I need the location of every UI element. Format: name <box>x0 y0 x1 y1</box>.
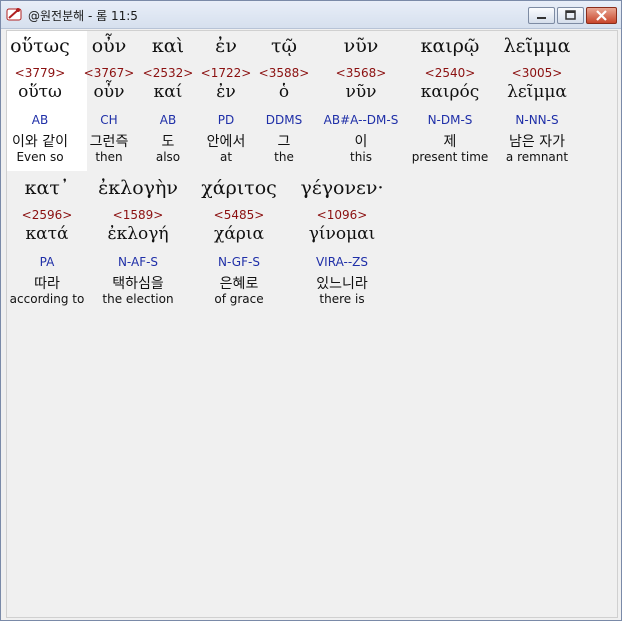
minimize-icon <box>537 17 546 19</box>
korean-gloss: 안에서 <box>206 134 246 150</box>
korean-gloss: 그 <box>277 134 291 150</box>
greek-word: καὶ <box>151 35 185 57</box>
english-gloss: a remnant <box>505 150 569 164</box>
lemma: ἐν <box>216 82 236 102</box>
strong-number[interactable]: <2596> <box>22 208 73 222</box>
parsing-code: AB <box>159 113 177 127</box>
lemma: κατά <box>25 224 69 244</box>
greek-word: οὖν <box>91 35 127 57</box>
parsing-code: AB#A--DM-S <box>323 113 399 127</box>
strong-number[interactable]: <3568> <box>336 66 387 80</box>
strong-number[interactable]: <2532> <box>143 66 194 80</box>
lemma: ὁ <box>278 82 290 102</box>
parsing-code: AB <box>31 113 49 127</box>
korean-gloss: 은혜로 <box>219 276 259 292</box>
english-gloss: then <box>95 150 123 164</box>
greek-word: κατ᾽ <box>24 177 70 199</box>
strong-number[interactable]: <3005> <box>512 66 563 80</box>
lemma: καιρός <box>420 82 480 102</box>
lemma: χάρια <box>214 224 264 244</box>
parsing-code: N-AF-S <box>117 255 159 269</box>
strong-number[interactable]: <3767> <box>84 66 135 80</box>
lemma: ἐκλογή <box>107 224 169 244</box>
greek-word: καιρῷ <box>420 35 480 57</box>
parsing-code: N-DM-S <box>427 113 473 127</box>
strong-number[interactable]: <3779> <box>15 66 66 80</box>
parsing-code: DDMS <box>265 113 303 127</box>
korean-gloss: 택하심을 <box>112 276 164 292</box>
english-gloss: according to <box>9 292 85 306</box>
strong-number[interactable]: <1096> <box>317 208 368 222</box>
lemma: λεῖμμα <box>507 82 567 102</box>
greek-word: οὕτως <box>10 35 70 57</box>
korean-gloss: 제 <box>443 134 457 150</box>
strong-number[interactable]: <1589> <box>113 208 164 222</box>
window-title: @원전분해 - 롬 11:5 <box>28 9 138 23</box>
lemma: γίνομαι <box>308 224 376 244</box>
greek-word: νῦν <box>343 35 379 57</box>
english-gloss: this <box>350 150 372 164</box>
strong-number[interactable]: <2540> <box>425 66 476 80</box>
parsing-code: VIRA--ZS <box>315 255 369 269</box>
parsing-code: PA <box>39 255 55 269</box>
interlinear-panel: οὕτως <3779> οὕτω AB 이와 같이 Even so οὖν <… <box>6 30 618 618</box>
lemma: καί <box>153 82 183 102</box>
korean-gloss: 있느니라 <box>316 276 368 292</box>
minimize-button[interactable] <box>528 7 555 24</box>
parsing-code: PD <box>217 113 235 127</box>
korean-gloss: 남은 자가 <box>509 134 565 150</box>
greek-word: χάριτος <box>201 177 277 199</box>
korean-gloss: 도 <box>161 134 175 150</box>
strong-number[interactable]: <3588> <box>259 66 310 80</box>
greek-word: ἐκλογὴν <box>98 177 178 199</box>
lemma: οὕτω <box>18 82 62 102</box>
app-icon <box>6 8 22 21</box>
close-button[interactable] <box>586 7 617 24</box>
maximize-icon <box>565 10 576 20</box>
korean-gloss: 따라 <box>34 276 60 292</box>
korean-gloss: 이 <box>354 134 368 150</box>
parsing-code: N-GF-S <box>218 255 260 269</box>
english-gloss: Even so <box>16 150 64 164</box>
korean-gloss: 이와 같이 <box>12 134 68 150</box>
greek-word: ἐν <box>215 35 237 57</box>
english-gloss: the election <box>102 292 174 306</box>
greek-word: λεῖμμα <box>503 35 571 57</box>
english-gloss: at <box>219 150 233 164</box>
english-gloss: present time <box>411 150 489 164</box>
english-gloss: of grace <box>214 292 264 306</box>
strong-number[interactable]: <1722> <box>201 66 252 80</box>
english-gloss: also <box>155 150 181 164</box>
korean-gloss: 그런즉 <box>89 134 129 150</box>
greek-word: τῷ <box>270 35 298 57</box>
english-gloss: the <box>274 150 294 164</box>
lemma: νῦν <box>345 82 377 102</box>
app-window: @원전분해 - 롬 11:5 οὕτως <3779> οὕτω AB 이와 같… <box>0 0 622 621</box>
maximize-button[interactable] <box>557 7 584 24</box>
parsing-code: CH <box>100 113 118 127</box>
lemma: οὖν <box>93 82 125 102</box>
english-gloss: there is <box>319 292 365 306</box>
greek-word: γέγονεν· <box>300 177 384 199</box>
title-bar[interactable]: @원전분해 - 롬 11:5 <box>1 1 621 29</box>
parsing-code: N-NN-S <box>515 113 559 127</box>
close-icon <box>596 10 607 21</box>
strong-number[interactable]: <5485> <box>214 208 265 222</box>
